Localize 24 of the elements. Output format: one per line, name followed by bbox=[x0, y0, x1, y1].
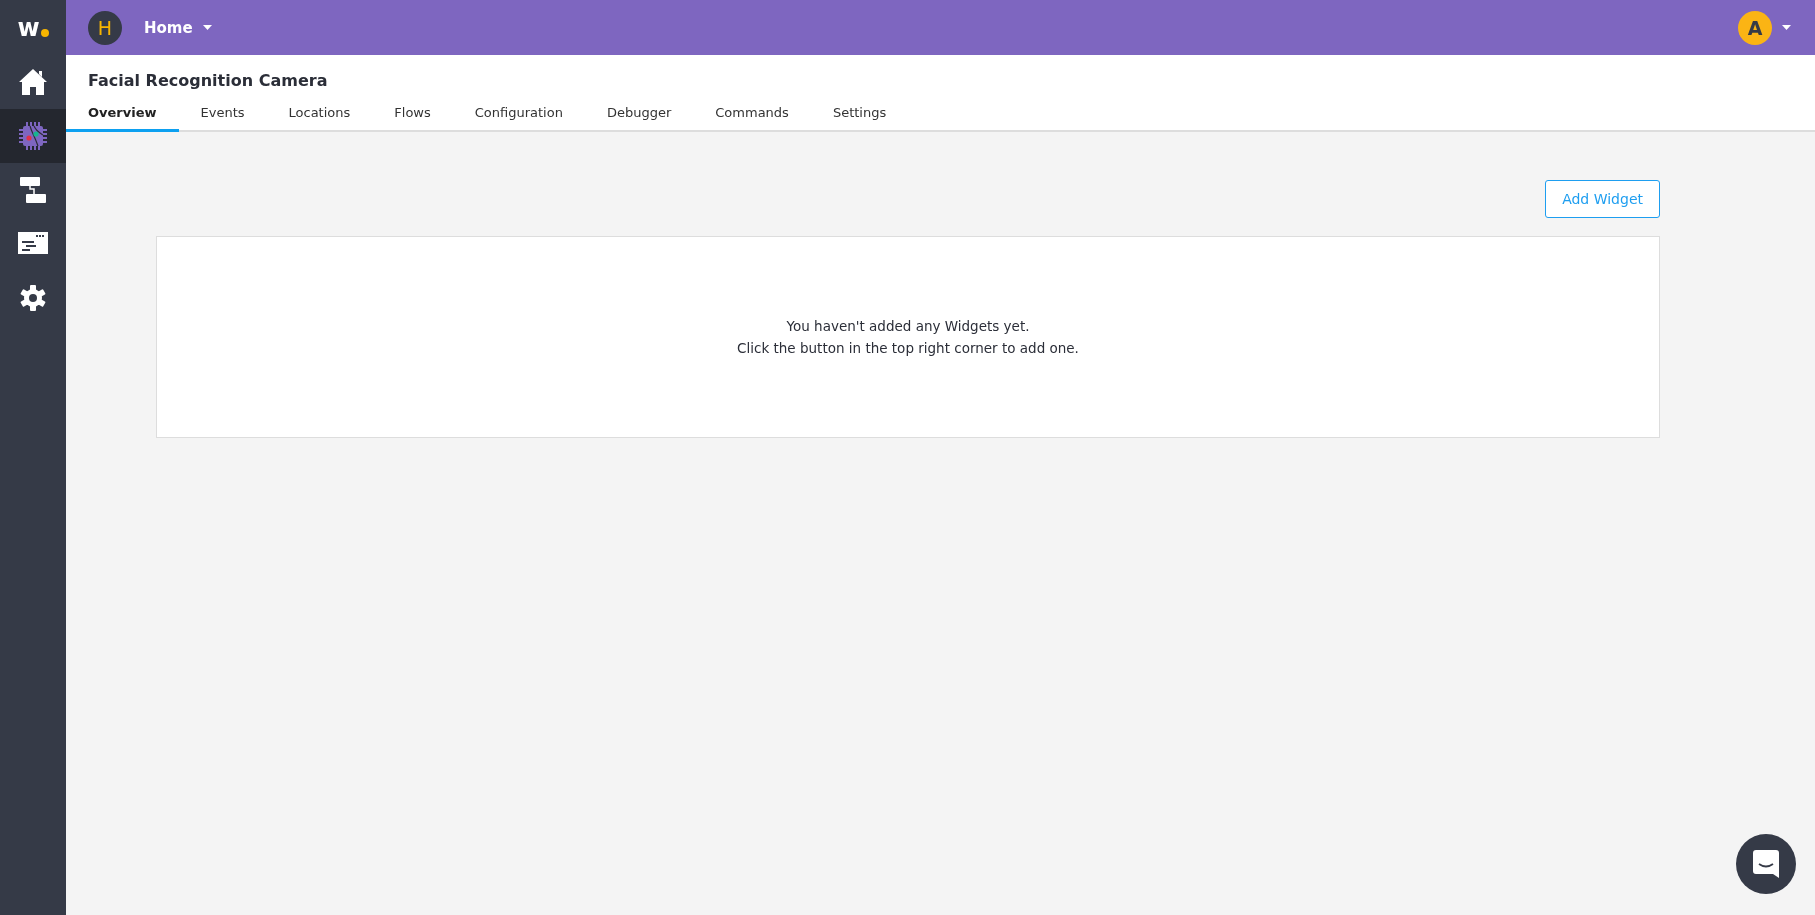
tab[interactable]: Configuration bbox=[452, 100, 585, 132]
user-avatar[interactable]: A bbox=[1738, 10, 1772, 45]
tab[interactable]: Debugger bbox=[584, 100, 694, 132]
settings-icon bbox=[19, 284, 47, 312]
app-switcher[interactable]: Home bbox=[138, 17, 218, 38]
tab[interactable]: Flows bbox=[372, 100, 453, 132]
tab[interactable]: Commands bbox=[693, 100, 811, 132]
tab[interactable]: Overview bbox=[66, 100, 179, 132]
caret-icon bbox=[202, 25, 212, 30]
house-icon bbox=[18, 67, 48, 97]
tab[interactable]: Settings bbox=[810, 100, 909, 132]
console-icon bbox=[18, 232, 48, 256]
caret-icon[interactable] bbox=[1782, 25, 1791, 30]
empty-message: Click the button in the top right corner to add one. bbox=[737, 340, 1079, 356]
page-title: Facial Recognition Camera bbox=[87, 70, 329, 90]
tab[interactable]: Events bbox=[178, 100, 267, 132]
app-avatar[interactable]: H bbox=[88, 10, 122, 45]
flow-icon bbox=[18, 175, 48, 205]
tab[interactable]: Locations bbox=[266, 100, 373, 132]
empty-message: You haven't added any Widgets yet. bbox=[786, 318, 1030, 334]
chat-icon bbox=[1753, 850, 1779, 878]
chat-button[interactable] bbox=[1736, 834, 1796, 894]
chip-icon bbox=[18, 121, 48, 151]
logo[interactable]: w bbox=[0, 0, 66, 55]
